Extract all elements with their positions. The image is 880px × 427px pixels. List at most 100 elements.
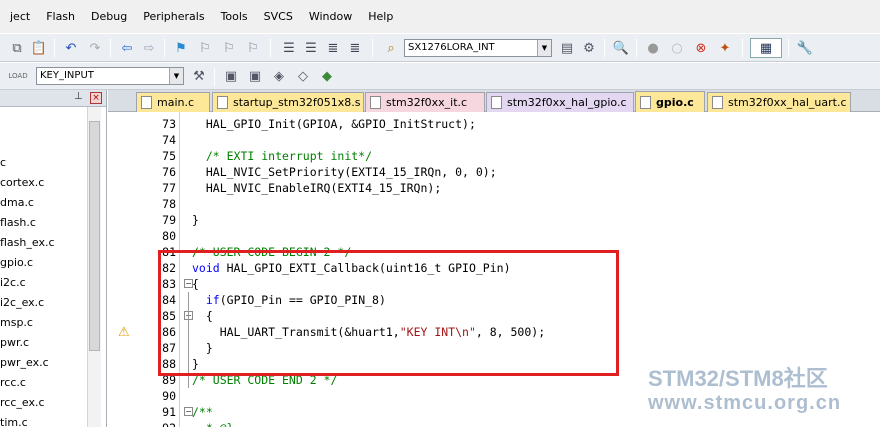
uncomment-icon[interactable]: ≣ xyxy=(346,39,364,57)
project-file-item[interactable]: msp.c xyxy=(0,316,33,329)
tab-label: main.c xyxy=(157,96,195,109)
tab-file[interactable]: main.c xyxy=(136,92,210,112)
batch-build-icon[interactable]: ◇ xyxy=(294,67,312,85)
clear-bookmarks-icon[interactable]: ⚐ xyxy=(244,39,262,57)
tab-file[interactable]: gpio.c xyxy=(635,91,705,113)
rebuild-icon[interactable]: ◈ xyxy=(270,67,288,85)
project-file-item[interactable]: i2c.c xyxy=(0,276,26,289)
project-file-item[interactable]: dma.c xyxy=(0,196,34,209)
menu-flash[interactable]: Flash xyxy=(38,10,83,23)
line-number: 74 xyxy=(162,133,176,147)
code-text: HAL_NVIC_SetPriority(EXTI4_15_IRQn, 0, 0… xyxy=(192,165,497,179)
menu-tools[interactable]: Tools xyxy=(213,10,256,23)
tab-file[interactable]: startup_stm32f051x8.s xyxy=(212,92,364,112)
file-icon xyxy=(141,96,152,109)
code-text: /** xyxy=(192,405,213,419)
target-select[interactable]: SX1276LORA_INT ▼ xyxy=(404,39,552,57)
scrollbar-thumb[interactable] xyxy=(89,121,100,351)
project-file-item[interactable]: pwr.c xyxy=(0,336,29,349)
project-file-item[interactable]: c xyxy=(0,156,6,169)
warning-icon: ⚠ xyxy=(118,325,130,340)
redo-icon[interactable]: ↷ xyxy=(86,39,104,57)
prev-bookmark-icon[interactable]: ⚐ xyxy=(196,39,214,57)
undo-icon[interactable]: ↶ xyxy=(62,39,80,57)
code-line: 92 * @} xyxy=(108,420,880,427)
nav-back-icon[interactable]: ⇦ xyxy=(118,39,136,57)
project-file-item[interactable]: gpio.c xyxy=(0,256,33,269)
find-in-files-icon[interactable]: ⌕ xyxy=(382,39,400,57)
file-icon xyxy=(640,96,651,109)
project-file-item[interactable]: flash.c xyxy=(0,216,36,229)
tab-file[interactable]: stm32f0xx_it.c xyxy=(365,92,485,112)
tab-label: stm32f0xx_hal_uart.c xyxy=(728,96,847,109)
watermark-title: STM32/STM8社区 xyxy=(648,366,828,391)
menu-debug[interactable]: Debug xyxy=(83,10,135,23)
tab-file[interactable]: stm32f0xx_hal_gpio.c xyxy=(486,92,634,112)
code-line: 80 xyxy=(108,228,880,244)
project-file-item[interactable]: rcc_ex.c xyxy=(0,396,45,409)
load-icon[interactable]: LOAD xyxy=(6,67,30,85)
file-icon xyxy=(370,96,381,109)
project-file-item[interactable]: cortex.c xyxy=(0,176,44,189)
code-text: /* EXTI interrupt init*/ xyxy=(192,149,373,163)
project-file-item[interactable]: rcc.c xyxy=(0,376,26,389)
line-number: 75 xyxy=(162,149,176,163)
watermark-url: www.stmcu.org.cn xyxy=(648,392,842,414)
debug-start-icon[interactable]: ● xyxy=(644,39,662,57)
comment-icon[interactable]: ≣ xyxy=(324,39,342,57)
unindent-icon[interactable]: ☰ xyxy=(302,39,320,57)
menu-help[interactable]: Help xyxy=(360,10,401,23)
line-number: 79 xyxy=(162,213,176,227)
close-icon[interactable]: × xyxy=(90,92,102,104)
chevron-down-icon[interactable]: ▼ xyxy=(169,68,183,84)
file-icon xyxy=(712,96,723,109)
code-text: } xyxy=(192,213,199,227)
highlight-box xyxy=(158,250,619,376)
menu-bar: ject Flash Debug Peripherals Tools SVCS … xyxy=(0,0,880,33)
code-line: 73 HAL_GPIO_Init(GPIOA, &GPIO_InitStruct… xyxy=(108,116,880,132)
search-icon[interactable]: 🔍 xyxy=(612,39,630,57)
nav-forward-icon[interactable]: ⇨ xyxy=(140,39,158,57)
line-number: 73 xyxy=(162,117,176,131)
kill-breakpoints-icon[interactable]: ✦ xyxy=(716,39,734,57)
indent-icon[interactable]: ☰ xyxy=(280,39,298,57)
chevron-down-icon[interactable]: ▼ xyxy=(537,40,551,56)
project-panel: ⊥ × c cortex.c dma.c flash.c flash_ex.c gpio.… xyxy=(0,90,107,427)
editor-tab-bar: main.c startup_stm32f051x8.s stm32f0xx_it.… xyxy=(108,90,880,113)
code-line: 78 xyxy=(108,196,880,212)
copy-icon[interactable]: ⧉ xyxy=(8,39,26,57)
menu-project[interactable]: ject xyxy=(2,10,38,23)
project-file-item[interactable]: flash_ex.c xyxy=(0,236,55,249)
build-icon[interactable]: ⚙ xyxy=(580,39,598,57)
wrench-icon[interactable]: 🔧 xyxy=(796,39,814,57)
build-target-icon[interactable]: ▣ xyxy=(246,67,264,85)
project-file-item[interactable]: tim.c xyxy=(0,416,28,427)
menu-svcs[interactable]: SVCS xyxy=(256,10,301,23)
window-layout-icon[interactable]: ▦ xyxy=(750,38,782,58)
project-file-item[interactable]: pwr_ex.c xyxy=(0,356,49,369)
breakpoints-enable-icon[interactable]: ⊗ xyxy=(692,39,710,57)
bookmark-icon[interactable]: ⚑ xyxy=(172,39,190,57)
main-toolbar: ⧉ 📋 ↶ ↷ ⇦ ⇨ ⚑ ⚐ ⚐ ⚐ ☰ ☰ ≣ ≣ ⌕ SX1276LORA… xyxy=(0,33,880,62)
next-bookmark-icon[interactable]: ⚐ xyxy=(220,39,238,57)
line-number: 92 xyxy=(152,420,176,427)
options-icon[interactable]: ▤ xyxy=(558,39,576,57)
paste-icon[interactable]: 📋 xyxy=(30,39,48,57)
menu-window[interactable]: Window xyxy=(301,10,360,23)
find-tool-icon[interactable]: ⚒ xyxy=(190,67,208,85)
scrollbar[interactable] xyxy=(87,107,101,427)
tab-file[interactable]: stm32f0xx_hal_uart.c xyxy=(707,92,851,112)
find-input[interactable]: KEY_INPUT ▼ xyxy=(36,67,184,85)
pin-icon[interactable]: ⊥ xyxy=(74,91,83,102)
breakpoint-icon[interactable]: ○ xyxy=(668,39,686,57)
project-file-item[interactable]: i2c_ex.c xyxy=(0,296,44,309)
code-line: 77 HAL_NVIC_EnableIRQ(EXTI4_15_IRQn); xyxy=(108,180,880,196)
manage-icon[interactable]: ◆ xyxy=(318,67,336,85)
tab-label: stm32f0xx_it.c xyxy=(386,96,468,109)
fold-toggle-icon[interactable]: − xyxy=(184,407,193,416)
watermark: STM32/STM8社区 www.stmcu.org.cn xyxy=(648,366,841,414)
code-line: 79} xyxy=(108,212,880,228)
code-text: HAL_NVIC_EnableIRQ(EXTI4_15_IRQn); xyxy=(192,181,442,195)
menu-peripherals[interactable]: Peripherals xyxy=(135,10,212,23)
translate-icon[interactable]: ▣ xyxy=(222,67,240,85)
